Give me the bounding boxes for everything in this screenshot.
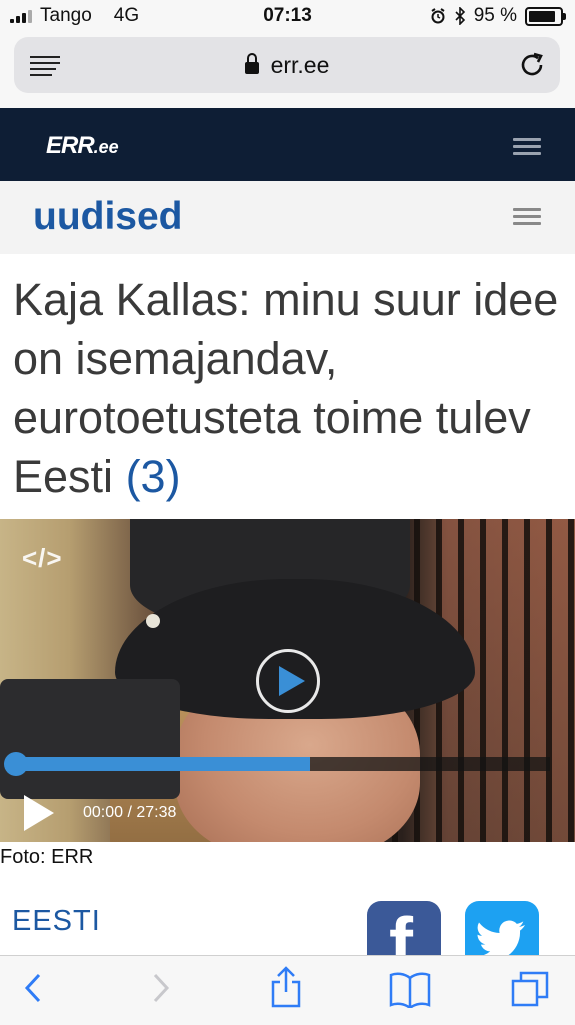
comment-count[interactable]: (3)	[126, 451, 181, 502]
section-menu-icon[interactable]	[513, 208, 541, 229]
reload-icon[interactable]	[520, 51, 546, 79]
bluetooth-icon	[455, 7, 465, 25]
err-logo[interactable]: ERR.ee	[46, 132, 119, 160]
progress-bar[interactable]	[4, 752, 550, 776]
headline-text: Kaja Kallas: minu suur idee on isemajand…	[13, 274, 559, 502]
logo-suffix: .ee	[93, 137, 119, 157]
logo-text: ERR	[46, 132, 95, 159]
main-menu-icon[interactable]	[513, 138, 541, 159]
progress-fill	[16, 757, 310, 771]
back-icon[interactable]	[22, 970, 44, 1006]
bookmarks-icon[interactable]	[388, 970, 432, 1008]
category-link[interactable]: EESTI	[12, 905, 101, 938]
play-button[interactable]	[24, 795, 54, 831]
browser-address-area: err.ee	[0, 33, 575, 108]
status-bar: Tango 4G 07:13 95 %	[0, 0, 575, 33]
site-header: ERR.ee	[0, 108, 575, 181]
lock-icon	[244, 53, 259, 74]
section-title[interactable]: uudised	[33, 195, 183, 239]
play-icon	[279, 666, 305, 696]
share-icon[interactable]	[270, 966, 302, 1008]
video-player[interactable]: </> 00:00 / 27:38	[0, 519, 575, 842]
forward-icon[interactable]	[150, 970, 172, 1006]
tabs-icon[interactable]	[510, 970, 550, 1008]
photo-credit: Foto: ERR	[0, 846, 94, 868]
section-header: uudised	[0, 181, 575, 254]
center-play-button[interactable]	[256, 649, 320, 713]
embed-icon[interactable]: </>	[22, 543, 63, 574]
browser-toolbar	[0, 955, 575, 1025]
alarm-icon	[431, 8, 445, 24]
battery-icon	[525, 6, 566, 26]
article-headline: Kaja Kallas: minu suur idee on isemajand…	[13, 270, 563, 506]
video-timecode: 00:00 / 27:38	[83, 804, 177, 821]
battery-percent: 95 %	[473, 5, 517, 26]
url-text[interactable]: err.ee	[271, 52, 330, 78]
progress-handle[interactable]	[4, 752, 28, 776]
address-bar[interactable]: err.ee	[14, 37, 560, 93]
